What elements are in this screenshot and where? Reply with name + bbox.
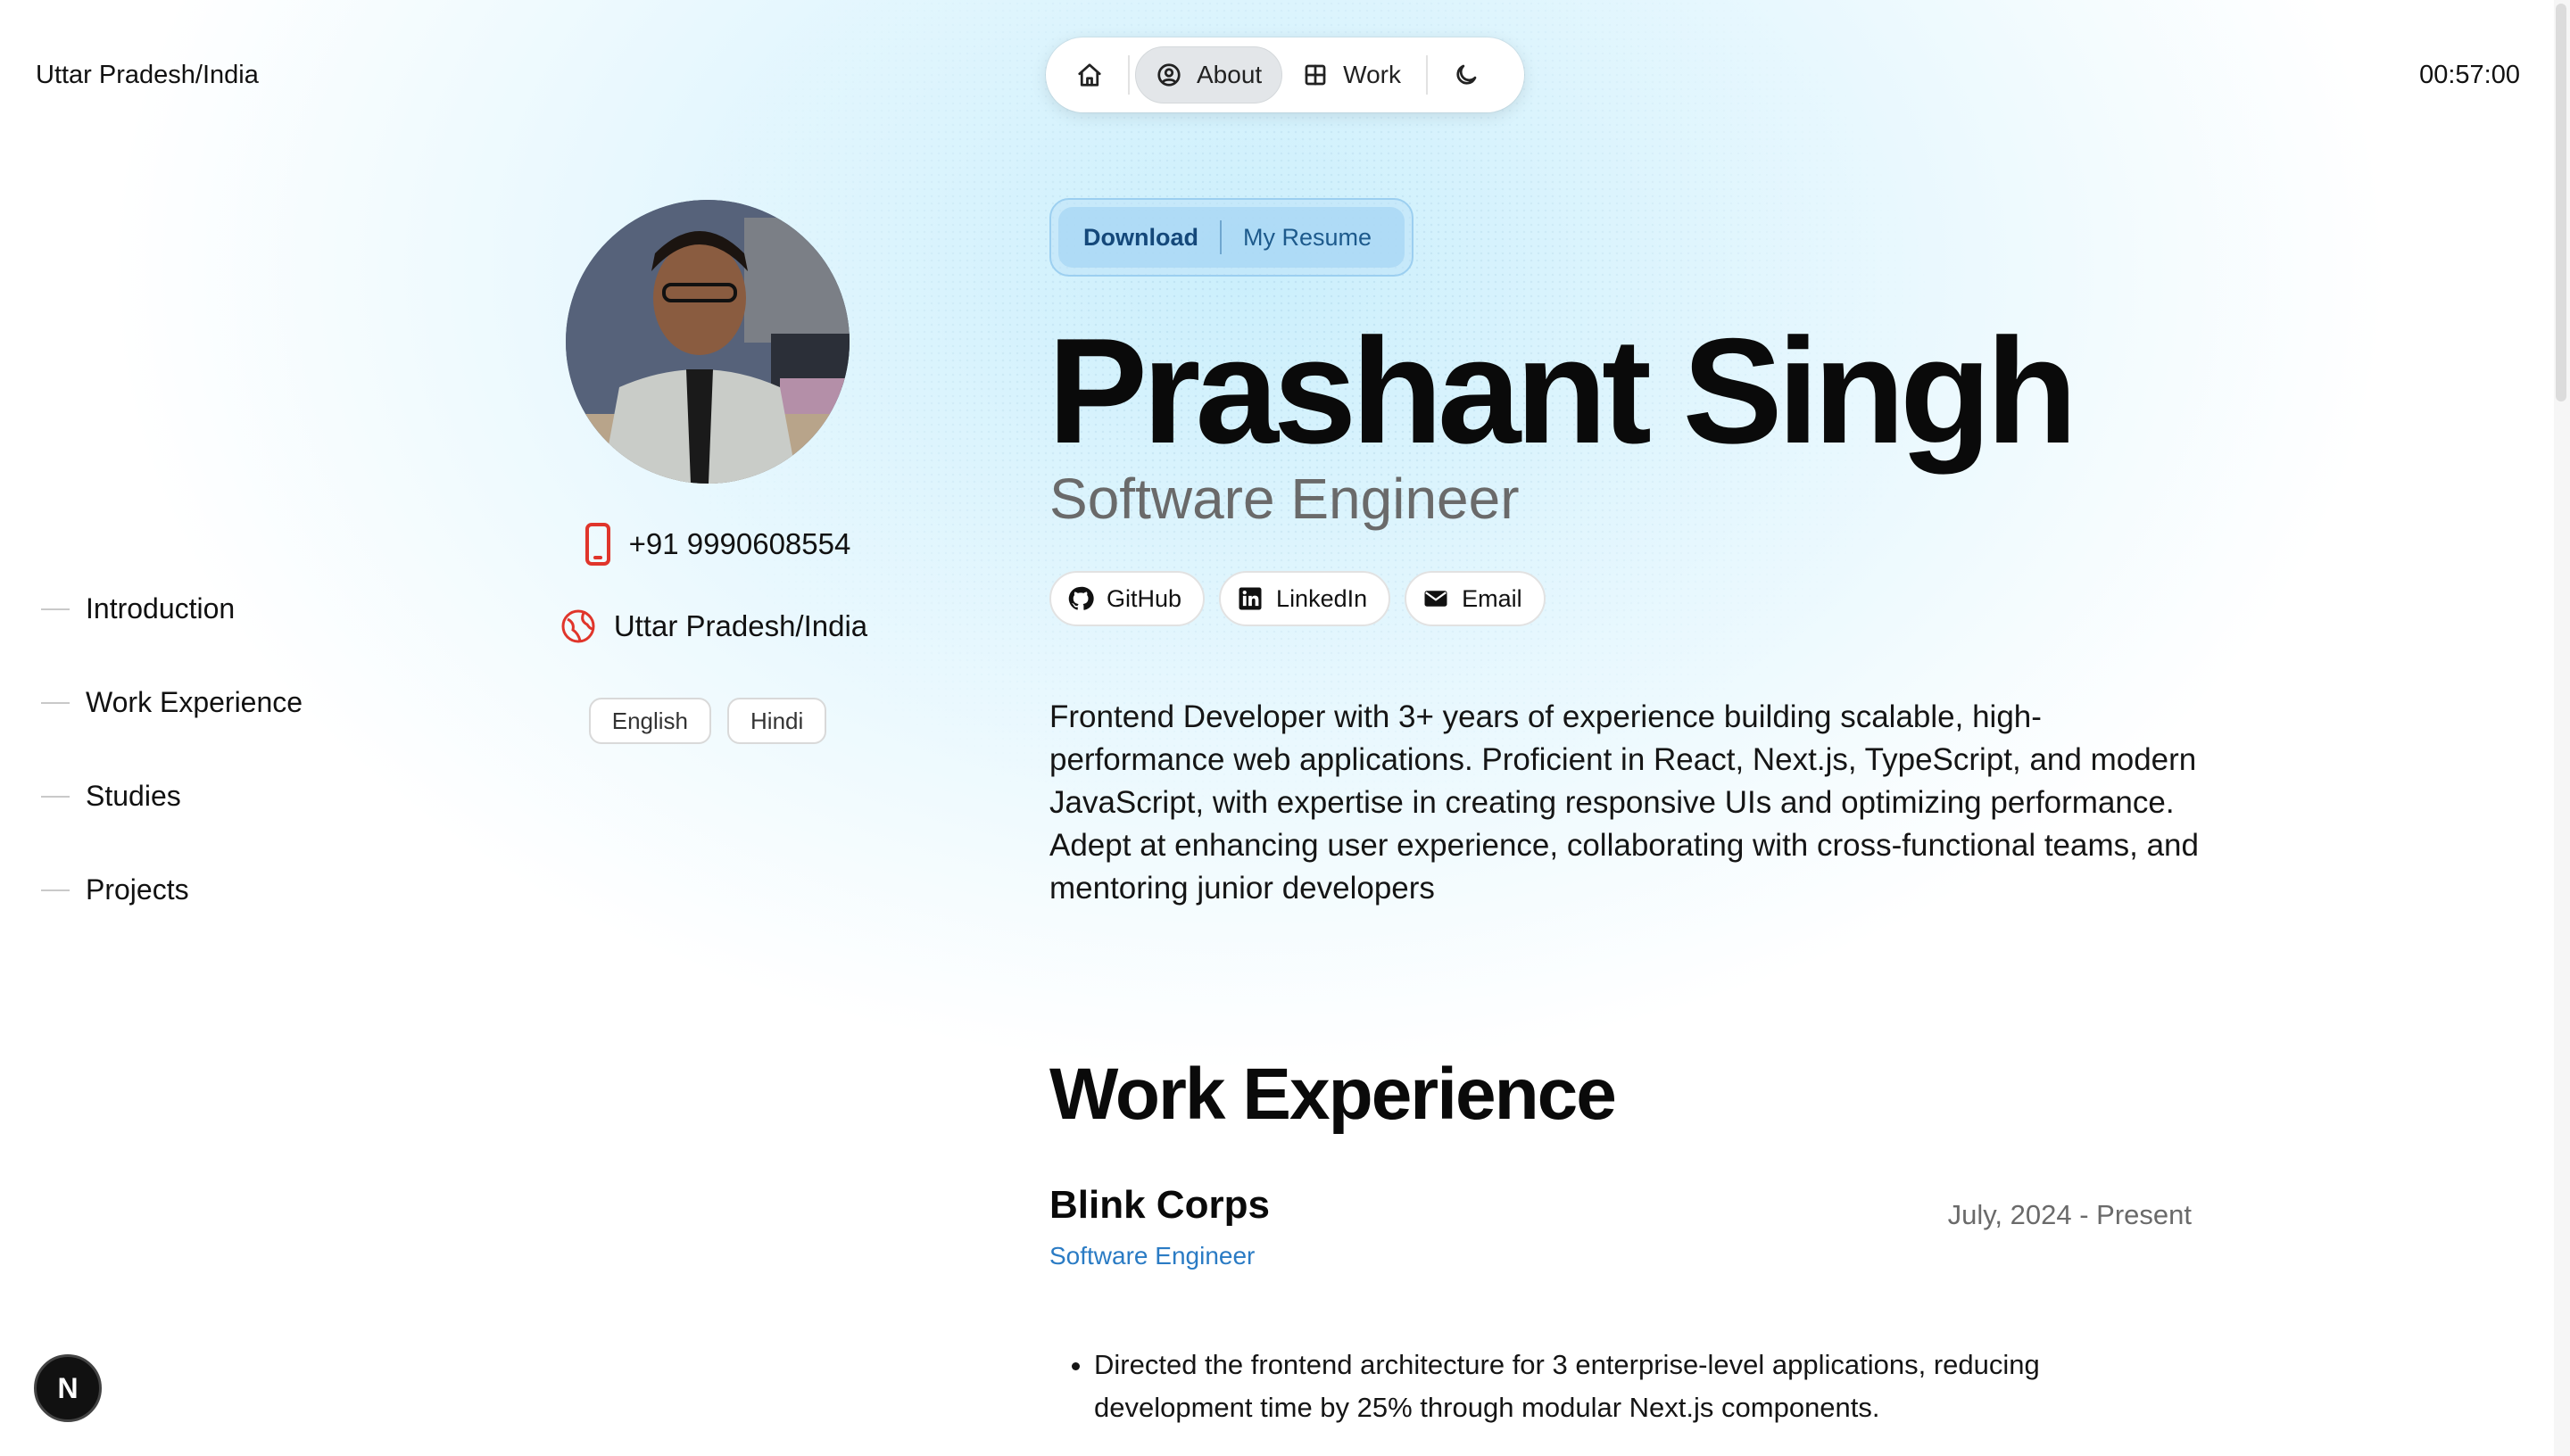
email-link[interactable]: Email <box>1405 571 1546 626</box>
linkedin-link[interactable]: LinkedIn <box>1219 571 1391 626</box>
resume-button-inner: Download My Resume <box>1058 207 1405 268</box>
header-location: Uttar Pradesh/India <box>36 61 259 89</box>
github-label: GitHub <box>1107 584 1182 612</box>
toc-dash <box>41 701 70 704</box>
job-achievements: Directed the frontend architecture for 3… <box>1094 1344 2201 1429</box>
job-title: Software Engineer <box>1049 467 1520 531</box>
company-name: Blink Corps <box>1049 1183 1270 1227</box>
toc-label: Studies <box>86 780 181 812</box>
toc-label: Projects <box>86 873 189 906</box>
toc-label: Work Experience <box>86 686 303 718</box>
phone-contact: +91 9990608554 <box>566 523 869 566</box>
email-label: Email <box>1462 584 1522 612</box>
job-role: Software Engineer <box>1049 1242 1256 1270</box>
moon-icon <box>1456 64 1477 85</box>
download-label: Download <box>1083 223 1198 251</box>
nav-home-button[interactable] <box>1057 46 1123 103</box>
section-heading-work-experience: Work Experience <box>1049 1054 1617 1135</box>
section-nav: Introduction Work Experience Studies Pro… <box>41 562 303 937</box>
nav-about-label: About <box>1197 61 1263 88</box>
toc-item-projects[interactable]: Projects <box>41 843 303 937</box>
list-item: Directed the frontend architecture for 3… <box>1094 1344 2201 1429</box>
nav-divider <box>1426 55 1428 95</box>
email-icon <box>1424 591 1447 607</box>
resume-download-button[interactable]: Download My Resume <box>1049 198 1414 277</box>
top-nav: About Work <box>1046 37 1524 112</box>
language-tag: Hindi <box>727 698 827 744</box>
github-link[interactable]: GitHub <box>1049 571 1206 626</box>
scrollbar-thumb[interactable] <box>2556 4 2566 401</box>
linkedin-icon <box>1239 587 1262 610</box>
page-title: Prashant Singh <box>1048 307 2077 475</box>
nav-divider <box>1128 55 1130 95</box>
toc-item-work-experience[interactable]: Work Experience <box>41 656 303 749</box>
location-contact: Uttar Pradesh/India <box>553 608 875 644</box>
phone-number: +91 9990608554 <box>628 527 851 560</box>
home-icon <box>1078 63 1101 87</box>
social-links: GitHub LinkedIn Email <box>1049 571 1546 626</box>
toc-item-studies[interactable]: Studies <box>41 749 303 843</box>
linkedin-label: LinkedIn <box>1276 584 1368 612</box>
language-tags: English Hindi <box>585 698 830 744</box>
nav-work-label: Work <box>1343 61 1401 88</box>
bio-paragraph: Frontend Developer with 3+ years of expe… <box>1049 699 2199 906</box>
github-icon <box>1068 586 1094 610</box>
phone-icon <box>584 523 610 566</box>
resume-divider <box>1220 220 1222 254</box>
nav-about-button[interactable]: About <box>1135 46 1283 103</box>
location-text: Uttar Pradesh/India <box>613 609 868 642</box>
toc-dash <box>41 608 70 610</box>
language-tag: English <box>588 698 712 744</box>
globe-icon <box>561 609 595 643</box>
toc-dash <box>41 889 70 891</box>
toc-item-introduction[interactable]: Introduction <box>41 562 303 656</box>
header-clock: 00:57:00 <box>2419 61 2520 89</box>
job-dates: July, 2024 - Present <box>1947 1199 2192 1230</box>
toc-label: Introduction <box>86 592 236 625</box>
dev-tools-badge[interactable]: N <box>34 1354 102 1422</box>
toc-dash <box>41 795 70 798</box>
grid-icon <box>1305 64 1326 86</box>
avatar-photo <box>566 200 850 484</box>
user-circle-icon <box>1157 63 1181 87</box>
theme-toggle-button[interactable] <box>1433 46 1499 103</box>
my-resume-label: My Resume <box>1243 223 1372 251</box>
nav-work-button[interactable]: Work <box>1282 46 1421 103</box>
avatar <box>566 200 850 484</box>
